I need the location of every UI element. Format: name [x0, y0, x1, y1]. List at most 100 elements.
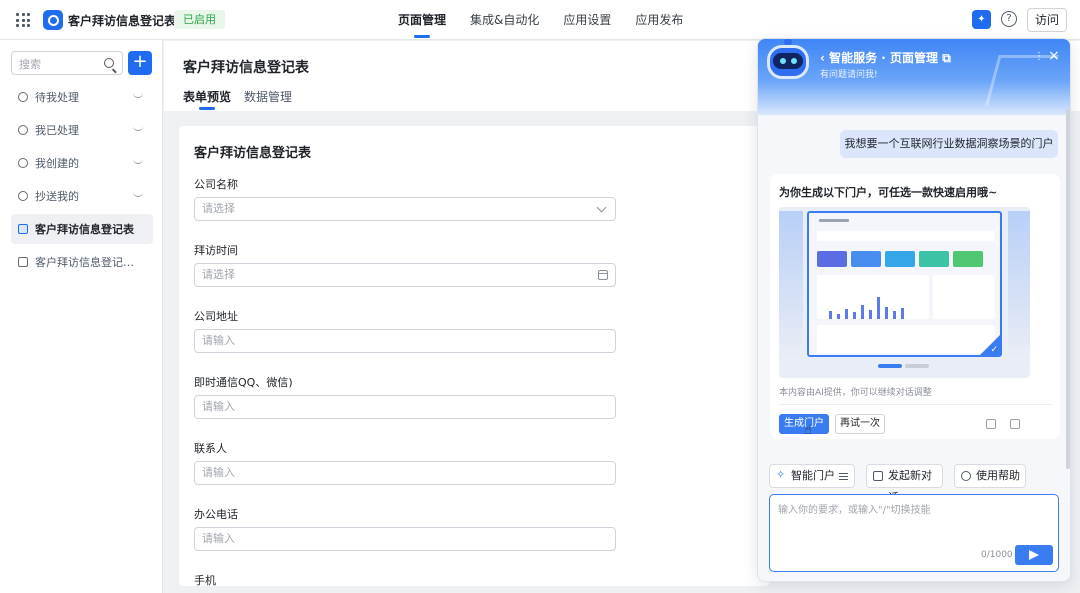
- page-tabs: 表单预览 数据管理: [183, 88, 292, 110]
- preview-stat: [817, 251, 847, 267]
- tab-data-management[interactable]: 数据管理: [244, 88, 292, 110]
- field-label-visit-time: 拜访时间: [194, 244, 238, 257]
- carousel-dots[interactable]: [878, 364, 929, 368]
- contact-field[interactable]: 请输入: [194, 461, 616, 485]
- search-input[interactable]: 搜索: [11, 51, 123, 75]
- calendar-icon: [598, 270, 608, 280]
- eye-closed-icon[interactable]: [133, 126, 143, 131]
- user-icon: [18, 158, 28, 168]
- ai-assistant-icon[interactable]: ✦: [972, 10, 991, 29]
- office-phone-field[interactable]: 请输入: [194, 527, 616, 551]
- top-bar: 客户拜访信息登记表 已启用 页面管理 集成&自动化 应用设置 应用发布 ✦ ? …: [0, 0, 1080, 40]
- clock-icon: [18, 92, 28, 102]
- preview-bar: [901, 308, 904, 319]
- new-chat-chip[interactable]: 发起新对话: [866, 464, 943, 504]
- tab-app-publish[interactable]: 应用发布: [635, 0, 683, 40]
- retry-button[interactable]: 再试一次: [835, 414, 885, 434]
- send-button[interactable]: [1015, 545, 1053, 565]
- thumbs-down-icon[interactable]: [1010, 419, 1020, 429]
- tab-integration-automation[interactable]: 集成&自动化: [470, 0, 539, 40]
- field-label-im: 即时通信QQ、微信): [194, 376, 293, 389]
- chevron-down-icon: [596, 202, 607, 213]
- eye-closed-icon[interactable]: [133, 93, 143, 98]
- field-label-office-phone: 办公电话: [194, 508, 238, 521]
- carousel-dot[interactable]: [905, 364, 929, 368]
- preview-kpi-panel: [933, 275, 995, 319]
- preview-stat: [919, 251, 949, 267]
- help-icon[interactable]: ?: [1001, 11, 1017, 27]
- panel-scrollbar[interactable]: [1066, 109, 1070, 469]
- eye-closed-icon[interactable]: [133, 192, 143, 197]
- field-label-address: 公司地址: [194, 310, 238, 323]
- mouse-pointer-icon: ☝: [804, 423, 812, 438]
- preview-bar: [877, 297, 880, 319]
- sidebar-item-label: 待我处理: [35, 91, 79, 104]
- user-message: 我想要一个互联网行业数据洞察场景的门户: [840, 130, 1058, 158]
- pin-icon[interactable]: ⋮: [1034, 51, 1044, 63]
- address-field[interactable]: 请输入: [194, 329, 616, 353]
- sidebar-item-label: 我创建的: [35, 157, 79, 170]
- preview-bar: [861, 305, 864, 319]
- form-preview-card: 客户拜访信息登记表 公司名称 请选择 拜访时间 请选择 公司地址 请输入 即时通…: [179, 126, 769, 586]
- user-check-icon: [18, 125, 28, 135]
- search-placeholder: 搜索: [19, 58, 41, 71]
- smart-portal-chip[interactable]: ✧ 智能门户: [769, 464, 855, 488]
- field-label-company: 公司名称: [194, 178, 238, 191]
- preview-bar: [853, 312, 856, 319]
- chip-label: 智能门户: [791, 469, 835, 482]
- preview-bar: [869, 310, 872, 319]
- sidebar-item-processed[interactable]: 我已处理: [11, 115, 153, 145]
- help-chip[interactable]: 使用帮助: [954, 464, 1026, 488]
- carousel-dot-active[interactable]: [878, 364, 902, 368]
- preview-filter-bar: [817, 231, 995, 241]
- preview-left-shadow: [779, 211, 803, 357]
- ai-reply-text: 为你生成以下门户，可任选一款快速启用哦~: [779, 186, 998, 199]
- tab-form-preview[interactable]: 表单预览: [183, 88, 231, 110]
- sidebar-item-cc[interactable]: 抄送我的: [11, 181, 153, 211]
- app-title: 客户拜访信息登记表: [68, 14, 177, 28]
- portal-preview[interactable]: [779, 207, 1030, 378]
- form-icon: [18, 224, 28, 234]
- ai-panel-subtitle: 有问题请问我!: [820, 70, 878, 80]
- sidebar-item-pending[interactable]: 待我处理: [11, 82, 153, 112]
- sparkle-icon: ✧: [776, 468, 786, 481]
- sidebar-item-created[interactable]: 我创建的: [11, 148, 153, 178]
- chat-input-placeholder: 输入你的要求，或输入"/"切换技能: [778, 505, 931, 516]
- preview-stat: [885, 251, 915, 267]
- visit-button[interactable]: 访问: [1027, 8, 1067, 32]
- sidebar-item-visit-report[interactable]: 客户拜访信息登记表...: [11, 247, 153, 277]
- field-label-contact: 联系人: [194, 442, 227, 455]
- app-logo-icon: [43, 10, 63, 30]
- thumbs-up-icon[interactable]: [986, 419, 996, 429]
- ai-panel-title[interactable]: ‹ 智能服务 · 页面管理 ⧉: [820, 49, 951, 66]
- preview-bar: [885, 307, 888, 319]
- visit-time-picker[interactable]: 请选择: [194, 263, 616, 287]
- sidebar-item-label: 抄送我的: [35, 190, 79, 203]
- preview-bar-panel: [817, 275, 929, 319]
- apps-grid-icon[interactable]: [16, 13, 30, 27]
- tab-page-management[interactable]: 页面管理: [398, 0, 446, 40]
- preview-bar: [829, 311, 832, 319]
- date-placeholder: 请选择: [202, 268, 235, 281]
- menu-icon: [839, 473, 848, 480]
- search-icon[interactable]: [104, 58, 114, 68]
- chat-input[interactable]: 输入你的要求，或输入"/"切换技能 0/1000: [769, 494, 1059, 572]
- tab-app-settings[interactable]: 应用设置: [563, 0, 611, 40]
- ai-assistant-panel: ‹ 智能服务 · 页面管理 ⧉ 有问题请问我! ⋮ × 我想要一个互联网行业数据…: [757, 38, 1071, 582]
- sidebar-item-label: 我已处理: [35, 124, 79, 137]
- sidebar-item-visit-form[interactable]: 客户拜访信息登记表: [11, 214, 153, 244]
- page-title: 客户拜访信息登记表: [183, 60, 309, 76]
- im-field[interactable]: 请输入: [194, 395, 616, 419]
- portal-preview-thumbnail[interactable]: [807, 211, 1002, 357]
- preview-bar: [893, 311, 896, 319]
- status-badge: 已启用: [174, 10, 225, 29]
- preview-stat: [851, 251, 881, 267]
- send-icon: [18, 191, 28, 201]
- eye-closed-icon[interactable]: [133, 159, 143, 164]
- preview-bar: [837, 314, 840, 319]
- close-icon[interactable]: ×: [1048, 49, 1060, 63]
- preview-bar: [845, 309, 848, 319]
- top-nav-tabs: 页面管理 集成&自动化 应用设置 应用发布: [398, 0, 683, 40]
- company-select[interactable]: 请选择: [194, 197, 616, 221]
- add-page-button[interactable]: +: [128, 51, 152, 75]
